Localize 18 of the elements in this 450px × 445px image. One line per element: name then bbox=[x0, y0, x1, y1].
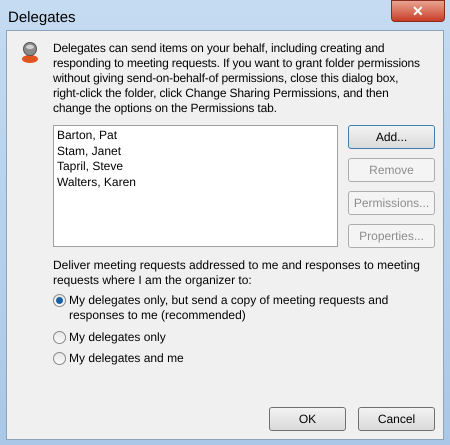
option-label[interactable]: My delegates and me bbox=[69, 351, 399, 366]
list-item[interactable]: Tapril, Steve bbox=[57, 159, 124, 174]
radio-button[interactable] bbox=[53, 294, 66, 307]
list-item[interactable]: Walters, Karen bbox=[57, 174, 136, 190]
action-button[interactable]: Add... bbox=[348, 125, 435, 149]
person-icon bbox=[19, 41, 41, 63]
deliver-label: Deliver meeting requests addressed to me and responses to meeting requests where I am the organizer to: bbox=[53, 258, 421, 288]
intro-text: Delegates can send items on your behalf, including creating and responding to meeting requests. If you want to grant folder permissions without giving send-on-behalf-of permissions, close this dialog box, right-click the folder, click Change Sharing Permissions, and then change the options on the Permissions tab. bbox=[53, 41, 421, 116]
option-label[interactable]: My delegates only bbox=[69, 330, 399, 345]
option-label[interactable]: My delegates only, but send a copy of meeting requests and responses to me (recommended) bbox=[69, 293, 399, 323]
list-item[interactable]: Barton, Pat bbox=[57, 128, 118, 144]
list-item[interactable]: Stam, Janet bbox=[57, 144, 122, 159]
radio-button[interactable] bbox=[53, 352, 66, 365]
delegates-list[interactable]: Barton, Pat Stam, Janet Tapril, Steve Walters, Karen bbox=[53, 125, 338, 247]
dialog-button[interactable]: OK bbox=[269, 407, 346, 431]
dialog-button[interactable]: Cancel bbox=[358, 407, 435, 431]
window-title: Delegates bbox=[8, 8, 76, 28]
radio-button[interactable] bbox=[53, 331, 66, 344]
